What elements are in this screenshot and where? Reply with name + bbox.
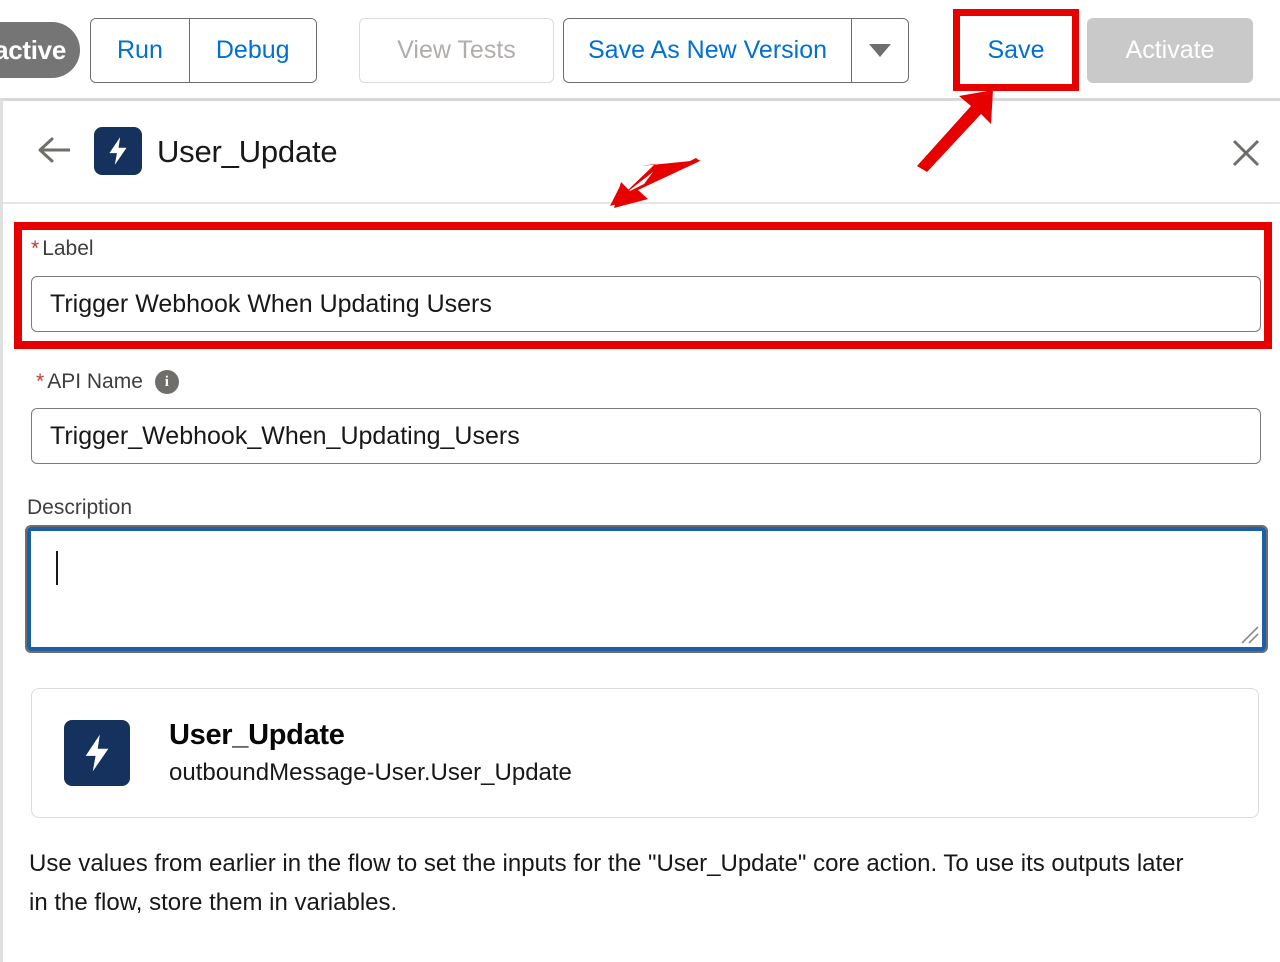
required-marker: * (36, 370, 45, 393)
save-as-new-version-split-button: Save As New Version (563, 18, 910, 83)
label-input[interactable] (31, 276, 1261, 332)
back-arrow-icon[interactable] (38, 134, 72, 166)
save-options-dropdown-button[interactable] (851, 19, 908, 82)
top-toolbar: Inactive Run Debug View Tests Save As Ne… (0, 0, 1280, 100)
chevron-down-icon (869, 44, 892, 57)
view-tests-button[interactable]: View Tests (359, 18, 554, 83)
api-name-field-label-text: API Name (47, 370, 143, 393)
lightning-bolt-icon (64, 720, 130, 786)
label-field-label-text: Label (42, 237, 94, 260)
api-name-field-label: * API Name i (36, 370, 179, 394)
helper-text: Use values from earlier in the flow to s… (29, 850, 1184, 916)
activate-button[interactable]: Activate (1087, 18, 1253, 83)
description-field-label: Description (27, 496, 133, 519)
save-button[interactable]: Save (969, 25, 1063, 75)
action-card-subtitle: outboundMessage-User.User_Update (169, 758, 572, 786)
label-field-label: * Label (31, 237, 94, 261)
status-badge: Inactive (0, 22, 80, 78)
lightning-bolt-icon (94, 127, 142, 175)
api-name-input[interactable] (31, 408, 1261, 464)
description-textarea[interactable] (25, 525, 1268, 653)
save-as-new-version-button[interactable]: Save As New Version (564, 19, 851, 82)
debug-button[interactable]: Debug (188, 19, 316, 82)
app-root: Inactive Run Debug View Tests Save As Ne… (0, 0, 1280, 962)
status-badge-label: Inactive (0, 34, 66, 65)
action-card-title: User_Update (169, 718, 345, 751)
action-card[interactable]: User_Update outboundMessage-User.User_Up… (31, 688, 1259, 818)
run-button[interactable]: Run (91, 19, 189, 82)
action-card-text: User_Update outboundMessage-User.User_Up… (169, 717, 572, 789)
run-debug-button-group: Run Debug (90, 18, 317, 83)
close-icon[interactable] (1231, 138, 1261, 168)
info-icon[interactable]: i (154, 370, 179, 394)
required-marker: * (31, 237, 40, 260)
page-title: User_Update (157, 134, 338, 169)
